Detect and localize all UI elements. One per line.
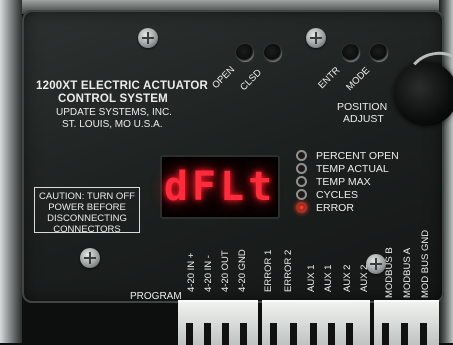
indicator-led bbox=[296, 150, 307, 161]
terminal-label-4-20-gnd: 4-20 GND bbox=[237, 249, 248, 292]
enclosure-left-edge bbox=[0, 0, 22, 343]
terminal-slot bbox=[240, 323, 247, 345]
terminal-label-4-20-in-plus: 4-20 IN + bbox=[186, 252, 197, 292]
terminal-slot bbox=[310, 323, 317, 345]
terminal-slot bbox=[270, 323, 277, 345]
indicator-label-temp-max: TEMP MAX bbox=[316, 176, 371, 188]
indicator-led bbox=[296, 163, 307, 174]
terminal-block-analog[interactable] bbox=[178, 300, 258, 345]
indicator-label-cycles: CYCLES bbox=[316, 189, 359, 201]
knob-label-line2: ADJUST bbox=[343, 113, 384, 125]
terminal-block-modbus[interactable] bbox=[374, 300, 439, 345]
open-button[interactable] bbox=[236, 44, 254, 62]
mode-button[interactable] bbox=[370, 44, 388, 62]
screw-icon bbox=[306, 28, 326, 48]
caution-line4: CONNECTORS bbox=[53, 224, 121, 235]
error-indicator-led bbox=[296, 202, 307, 213]
screw-icon bbox=[138, 28, 158, 48]
terminal-label-modbus-a: MODBUS A bbox=[402, 247, 413, 298]
terminal-label-4-20-in-minus: 4-20 IN - bbox=[203, 255, 214, 292]
terminal-slot bbox=[204, 323, 211, 345]
caution-line1: CAUTION: TURN OFF bbox=[39, 191, 135, 202]
manufacturer-location: ST. LOUIS, MO U.S.A. bbox=[62, 119, 163, 130]
terminal-slot bbox=[290, 323, 297, 345]
terminal-slot bbox=[328, 323, 335, 345]
program-label: PROGRAM bbox=[130, 291, 182, 302]
manufacturer-name: UPDATE SYSTEMS, INC. bbox=[56, 107, 172, 118]
caution-line3: DISCONNECTING bbox=[47, 213, 127, 224]
caution-label: CAUTION: TURN OFF POWER BEFORE DISCONNEC… bbox=[34, 187, 140, 235]
terminal-slot bbox=[382, 323, 389, 345]
knob-label-line1: POSITION bbox=[337, 101, 388, 113]
led-display: dFLt bbox=[160, 155, 280, 219]
terminal-slot bbox=[222, 323, 229, 345]
terminal-label-error-2: ERROR 2 bbox=[283, 249, 294, 292]
screw-icon bbox=[80, 248, 100, 268]
terminal-slot bbox=[186, 323, 193, 345]
terminal-slot bbox=[401, 323, 408, 345]
panel-title-line2: CONTROL SYSTEM bbox=[58, 93, 168, 105]
terminal-label-modbus-gnd: MOD BUS GND bbox=[420, 229, 431, 298]
clsd-button[interactable] bbox=[264, 44, 282, 62]
indicator-label-temp-actual: TEMP ACTUAL bbox=[316, 163, 389, 175]
entr-button[interactable] bbox=[342, 44, 360, 62]
indicator-led bbox=[296, 176, 307, 187]
indicator-led bbox=[296, 189, 307, 200]
caution-line2: POWER BEFORE bbox=[48, 202, 126, 213]
terminal-block-relays[interactable] bbox=[262, 300, 370, 345]
terminal-label-error-1: ERROR 1 bbox=[263, 249, 274, 292]
terminal-label-aux-1b: AUX 1 bbox=[323, 264, 334, 292]
terminal-label-4-20-out: 4-20 OUT bbox=[220, 250, 231, 292]
terminal-label-aux-1a: AUX 1 bbox=[306, 264, 317, 292]
terminal-label-aux-2b: AUX 2 bbox=[359, 264, 370, 292]
panel-title-line1: 1200XT ELECTRIC ACTUATOR bbox=[36, 80, 208, 92]
indicator-label-percent-open: PERCENT OPEN bbox=[316, 150, 399, 162]
terminal-slot bbox=[346, 323, 353, 345]
display-readout: dFLt bbox=[163, 164, 277, 210]
indicator-label-error: ERROR bbox=[316, 202, 354, 214]
terminal-slot bbox=[420, 323, 427, 345]
terminal-label-aux-2a: AUX 2 bbox=[342, 264, 353, 292]
terminal-label-modbus-b: MODBUS B bbox=[384, 247, 395, 298]
